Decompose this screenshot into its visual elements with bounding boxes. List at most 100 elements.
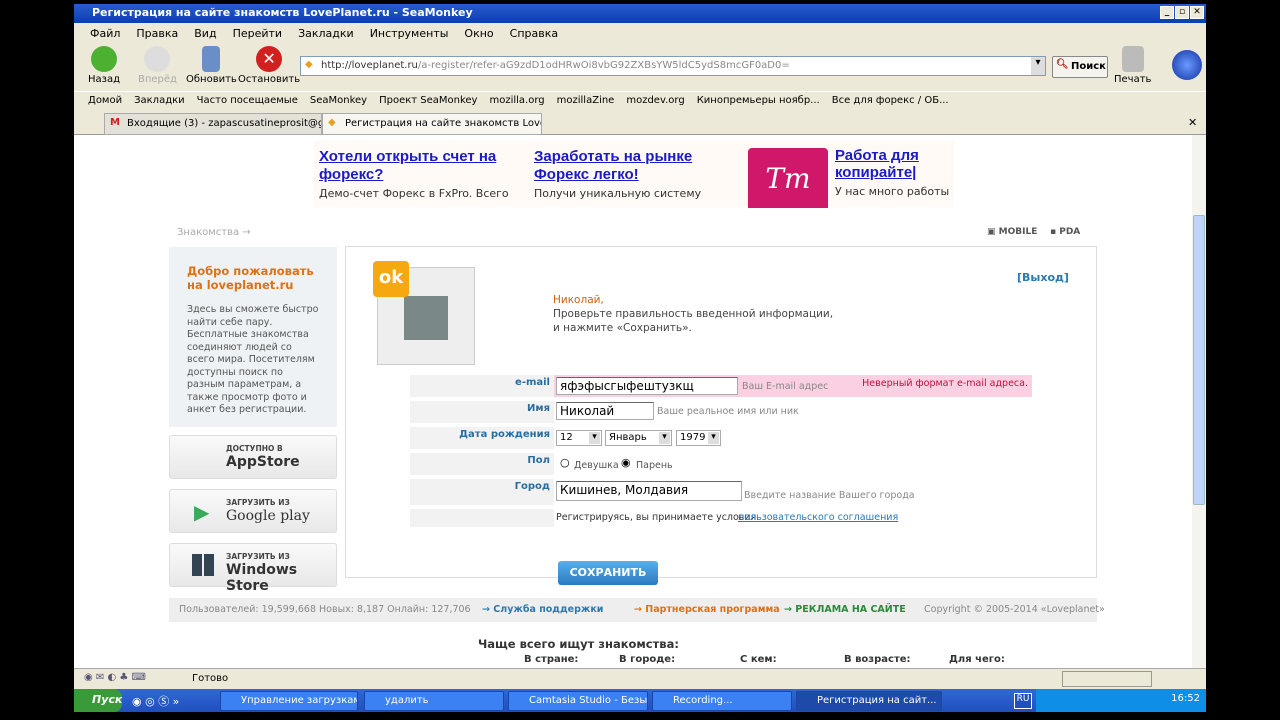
language-indicator[interactable]: RU [1014, 693, 1032, 709]
logout-link[interactable]: [Выход] [1017, 271, 1069, 284]
ad-forex-earn[interactable]: Заработать на рынке Форекс легко! Получи … [534, 147, 724, 200]
google-play-button[interactable]: ▶ ЗАГРУЗИТЬ ИЗ Google play [169, 489, 337, 533]
tab-gmail[interactable]: M Входящие (3) - zapascusatineprosit@gmai… [104, 113, 322, 135]
ad-forex-account[interactable]: Хотели открыть счет на форекс? Демо-счет … [319, 147, 509, 200]
birth-year-select[interactable]: 1979 [676, 430, 721, 446]
reload-icon [202, 46, 221, 72]
male-label[interactable]: Парень [636, 460, 673, 471]
pda-link[interactable]: ▪ PDA [1050, 227, 1080, 237]
task-browser[interactable]: Регистрация на сайт... [796, 691, 942, 711]
bookmark-mozilla[interactable]: mozilla.org [489, 95, 544, 111]
birth-day-select[interactable]: 12 [556, 430, 602, 446]
welcome-panel: Добро пожаловать на loveplanet.ru Здесь … [169, 247, 337, 427]
breadcrumb[interactable]: Знакомства → [177, 227, 251, 238]
col-age: В возрасте: [844, 654, 911, 665]
city-row: Город Кишинев, Молдавия Введите название… [410, 479, 1032, 505]
menu-bookmarks[interactable]: Закладки [298, 27, 354, 43]
seamonkey-logo-icon [1172, 50, 1202, 80]
task-downloads[interactable]: Управление загрузками [220, 691, 358, 711]
task-folder[interactable]: удалить [364, 691, 504, 711]
appstore-button[interactable]: ДОСТУПНО В AppStore [169, 435, 337, 479]
bookmark-mozdev[interactable]: mozdev.org [626, 95, 684, 111]
scrollbar-thumb[interactable] [1193, 215, 1205, 505]
name-input[interactable]: Николай [556, 402, 654, 420]
menu-view[interactable]: Вид [194, 27, 216, 43]
close-tab-icon[interactable]: ✕ [1188, 116, 1197, 129]
ad-title[interactable]: Заработать на рынке Форекс легко! [534, 148, 692, 183]
name-hint: Ваше реальное имя или ник [657, 406, 799, 417]
app-small: ЗАГРУЗИТЬ ИЗ [226, 498, 290, 507]
bookmark-seamonkey[interactable]: SeaMonkey [310, 95, 367, 111]
bookmark-home[interactable]: Домой [88, 95, 122, 111]
odnoklassniki-icon[interactable]: ok [373, 261, 409, 297]
radio-male[interactable]: ◉ [621, 456, 631, 469]
browser-window: Регистрация на сайте знакомств LovePlane… [74, 4, 1206, 712]
mobile-link[interactable]: ▣ MOBILE [987, 227, 1037, 237]
ad-title[interactable]: Работа для копирайте| [835, 147, 955, 181]
support-link[interactable]: → Служба поддержки [482, 604, 603, 615]
menu-window[interactable]: Окно [464, 27, 493, 43]
partner-link[interactable]: → Партнерская программа [634, 604, 780, 615]
windows-icon [192, 554, 214, 576]
bookmark-seamonkey-project[interactable]: Проект SeaMonkey [379, 95, 477, 111]
ad-title[interactable]: Хотели открыть счет на форекс? [319, 148, 496, 183]
close-button[interactable]: ✕ [1190, 6, 1204, 19]
footer-bar: Пользователей: 19,599,668 Новых: 8,187 О… [169, 598, 1105, 622]
bookmark-mozillazine[interactable]: mozillaZine [557, 95, 615, 111]
title-bar: Регистрация на сайте знакомств LovePlane… [74, 4, 1206, 23]
menu-go[interactable]: Перейти [233, 27, 283, 43]
email-input[interactable]: яфэфысгыфештузкщ [556, 377, 738, 395]
app-big: AppStore [226, 454, 300, 470]
reload-button[interactable]: Обновить [186, 46, 237, 85]
terms-link[interactable]: пользовательского соглашения [738, 512, 898, 523]
task-recording[interactable]: Recording... [652, 691, 792, 711]
col-with-whom: С кем: [740, 654, 777, 665]
maximize-button[interactable]: ▫ [1175, 6, 1189, 19]
mobile-label: MOBILE [998, 227, 1038, 237]
gmail-icon: M [110, 117, 120, 128]
site-icon: ◆ [328, 117, 336, 128]
quicklaunch-icons[interactable]: ◉ ◎ Ⓢ » [132, 693, 179, 709]
female-label[interactable]: Девушка [574, 460, 619, 471]
windows-store-button[interactable]: ЗАГРУЗИТЬ ИЗ Windows Store [169, 543, 337, 594]
menu-tools[interactable]: Инструменты [370, 27, 449, 43]
forward-button[interactable]: Вперёд [138, 46, 177, 85]
back-button[interactable]: Назад [88, 46, 120, 85]
clock: 16:52 [1171, 693, 1200, 704]
terms-row: Регистрируясь, вы принимаете условия пол… [410, 509, 1032, 527]
url-dropdown-icon[interactable]: ▾ [1031, 57, 1045, 75]
stop-button[interactable]: ✕ Остановить [238, 46, 300, 85]
registration-form: ok [Выход] Николай, Проверьте правильнос… [345, 246, 1097, 585]
ad-text: У нас много работы [835, 185, 950, 198]
ad-text: Получи уникальную систему [534, 187, 702, 200]
col-purpose: Для чего: [949, 654, 1005, 665]
print-button[interactable]: Печать [1114, 46, 1151, 85]
ad-copywriter[interactable]: Работа для копирайте| У нас много работы [835, 147, 955, 198]
bookmark-forex[interactable]: Все для форекс / ОБ... [832, 95, 949, 111]
task-camtasia[interactable]: Camtasia Studio - Безым... [508, 691, 648, 711]
bookmarks-toolbar: Домой Закладки Часто посещаемые SeaMonke… [74, 91, 1206, 111]
bookmark-kinopremiery[interactable]: Кинопремьеры ноябр... [697, 95, 820, 111]
bookmark-bookmarks[interactable]: Закладки [134, 95, 185, 111]
url-bar[interactable]: ◆ http://loveplanet.ru/a-register/refer-a… [300, 56, 1046, 76]
tab-loveplanet[interactable]: ◆ Регистрация на сайте знакомств LovePlan… [322, 113, 542, 135]
save-button[interactable]: СОХРАНИТЬ [558, 561, 658, 585]
menu-help[interactable]: Справка [510, 27, 558, 43]
system-tray: 16:52 [1036, 689, 1206, 712]
stop-label: Остановить [238, 74, 301, 85]
start-button[interactable]: Пуск [74, 689, 122, 712]
minimize-button[interactable]: _ [1160, 6, 1174, 19]
app-small: ЗАГРУЗИТЬ ИЗ [226, 552, 290, 561]
menu-file[interactable]: Файл [90, 27, 120, 43]
vertical-scrollbar[interactable] [1192, 135, 1206, 668]
bookmark-most-visited[interactable]: Часто посещаемые [197, 95, 298, 111]
gender-row: Пол ○ Девушка ◉ Парень [410, 453, 1032, 475]
menu-edit[interactable]: Правка [136, 27, 178, 43]
city-input[interactable]: Кишинев, Молдавия [556, 481, 742, 501]
search-button[interactable]: 🔍︎ Поиск [1052, 56, 1108, 78]
status-icons: ◉ ✉ ◐ ♣ ⌨ [84, 672, 146, 683]
advertising-link[interactable]: → РЕКЛАМА НА САЙТЕ [784, 604, 906, 615]
radio-female[interactable]: ○ [560, 456, 570, 469]
window-title: Регистрация на сайте знакомств LovePlane… [92, 6, 473, 19]
birth-month-select[interactable]: Январь [605, 430, 672, 446]
